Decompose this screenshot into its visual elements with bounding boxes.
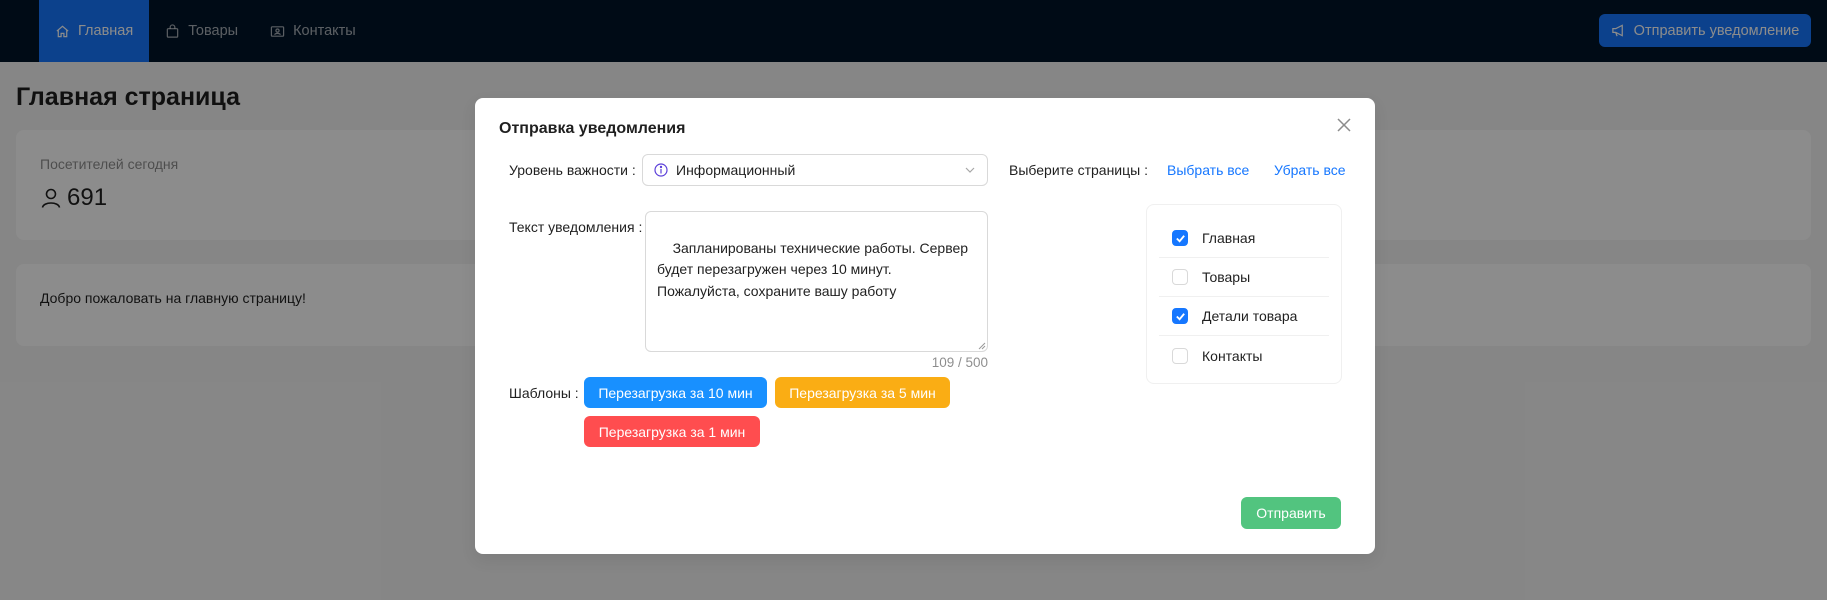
checkbox-checked[interactable]: [1172, 308, 1188, 324]
checkbox[interactable]: [1172, 269, 1188, 285]
send-button[interactable]: Отправить: [1241, 497, 1341, 529]
notification-text-input[interactable]: Запланированы технические работы. Сервер…: [645, 211, 988, 352]
page-item-products[interactable]: Товары: [1159, 258, 1329, 297]
checkbox[interactable]: [1172, 347, 1188, 364]
text-label: Текст уведомления :: [509, 219, 643, 235]
page-item-label: Детали товара: [1202, 308, 1298, 324]
chevron-down-icon: [964, 164, 976, 176]
check-icon: [1175, 234, 1185, 243]
check-icon: [1175, 312, 1185, 321]
template-10min-button[interactable]: Перезагрузка за 10 мин: [584, 377, 767, 408]
importance-value: Информационный: [676, 162, 796, 178]
importance-select[interactable]: Информационный: [642, 154, 988, 186]
close-button[interactable]: [1333, 114, 1355, 136]
templates-label: Шаблоны :: [509, 385, 579, 401]
select-all-link[interactable]: Выбрать все: [1167, 162, 1249, 178]
close-icon: [1337, 118, 1351, 132]
modal-title: Отправка уведомления: [499, 120, 686, 137]
notification-modal: Отправка уведомления Уровень важности : …: [475, 98, 1375, 554]
page-item-contacts[interactable]: Контакты: [1159, 336, 1329, 375]
importance-label: Уровень важности :: [509, 162, 636, 178]
info-circle-icon: [654, 163, 668, 177]
resize-handle-icon[interactable]: [978, 342, 986, 350]
pages-list: Главная Товары Детали товара Контакты: [1146, 204, 1342, 384]
page-item-home[interactable]: Главная: [1159, 219, 1329, 258]
page-item-label: Товары: [1202, 269, 1251, 285]
template-5min-button[interactable]: Перезагрузка за 5 мин: [775, 377, 950, 408]
page-item-product-details[interactable]: Детали товара: [1159, 297, 1329, 336]
page-item-label: Главная: [1202, 230, 1256, 246]
template-1min-button[interactable]: Перезагрузка за 1 мин: [584, 416, 760, 447]
page-item-label: Контакты: [1202, 347, 1263, 364]
deselect-all-link[interactable]: Убрать все: [1274, 162, 1346, 178]
notification-text-value: Запланированы технические работы. Сервер…: [657, 239, 972, 299]
pages-label: Выберите страницы :: [1009, 162, 1148, 178]
checkbox-checked[interactable]: [1172, 230, 1188, 246]
char-counter: 109 / 500: [931, 355, 988, 370]
